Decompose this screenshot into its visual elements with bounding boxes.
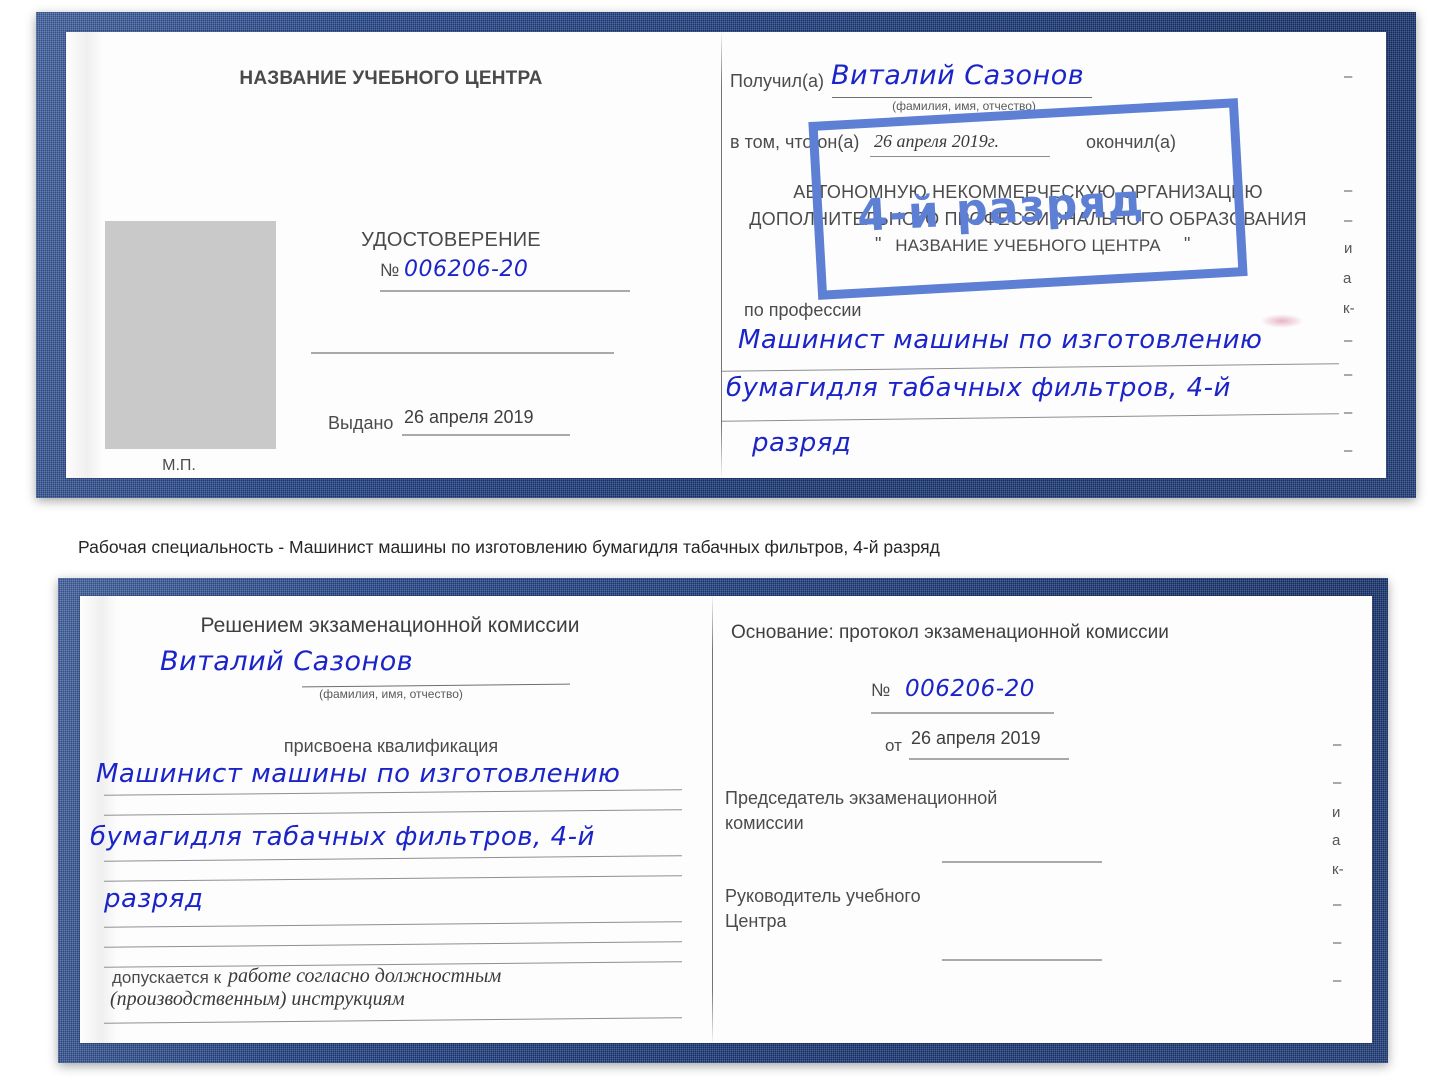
back-right-page: Основание: протокол экзаменационной коми… bbox=[713, 596, 1372, 1043]
issued-label: Выдано bbox=[328, 413, 394, 433]
head-signature-rule bbox=[942, 959, 1102, 961]
received-rule bbox=[832, 97, 1092, 98]
in-that-date-rule bbox=[870, 156, 1050, 157]
allowed-value-line-1: работе согласно должностным bbox=[228, 965, 502, 987]
back-number-rule bbox=[871, 712, 1054, 714]
ruled-line-8 bbox=[104, 1017, 682, 1024]
ink-smudge bbox=[1260, 314, 1304, 328]
edge-ghost-2: – bbox=[1344, 212, 1353, 229]
edge-ghost-back-5: – bbox=[1333, 896, 1342, 913]
edge-ghost-column-front: – – – и а к- – – – – bbox=[1330, 32, 1380, 478]
chairman-line-2: комиссии bbox=[725, 813, 804, 833]
org-quote-close: " bbox=[1184, 234, 1191, 254]
chairman-signature-rule bbox=[942, 861, 1102, 863]
org-line-1-front: АВТОНОМНУЮ НЕКОММЕРЧЕСКУЮ ОРГАНИЗАЦИЮ bbox=[793, 182, 1263, 202]
edge-ghost-column-back: – – и а к- – – – bbox=[1319, 596, 1369, 1043]
org-title-front: НАЗВАНИЕ УЧЕБНОГО ЦЕНТРА bbox=[239, 68, 543, 89]
edge-ghost-back-0: – bbox=[1333, 736, 1342, 753]
number-value-front: 006206-20 bbox=[404, 257, 529, 282]
edge-ghost-4: а bbox=[1343, 270, 1352, 287]
ruled-line-3 bbox=[104, 855, 682, 862]
org-quote-open: " bbox=[875, 234, 882, 254]
allowed-value-line-2: (производственным) инструкциям bbox=[110, 988, 405, 1010]
certificate-front-spread: НАЗВАНИЕ УЧЕБНОГО ЦЕНТРА М.П. УДОСТОВЕРЕ… bbox=[66, 32, 1386, 478]
back-date-value: 26 апреля 2019 bbox=[911, 728, 1041, 748]
front-right-page: Получил(а) Виталий Сазонов (фамилия, имя… bbox=[722, 32, 1386, 478]
basis-label: Основание: протокол экзаменационной коми… bbox=[731, 622, 1169, 643]
in-that-date: 26 апреля 2019г. bbox=[874, 131, 1000, 151]
edge-ghost-0: – bbox=[1344, 68, 1353, 85]
edge-ghost-back-6: – bbox=[1333, 934, 1342, 951]
qualification-line-3: разряд bbox=[104, 884, 204, 914]
profession-line-2: бумагидля табачных фильтров, 4-й bbox=[726, 373, 1231, 403]
qualification-line-2: бумагидля табачных фильтров, 4-й bbox=[90, 822, 595, 852]
issued-rule bbox=[402, 434, 570, 436]
fio-hint-front: (фамилия, имя, отчество) bbox=[892, 99, 1036, 113]
ruled-line-6 bbox=[104, 941, 682, 948]
doc-type-label: УДОСТОВЕРЕНИЕ bbox=[361, 229, 541, 251]
ruled-line-1 bbox=[104, 789, 682, 796]
back-number-label: № bbox=[871, 680, 891, 700]
back-date-rule bbox=[909, 758, 1069, 760]
seal-place-label: М.П. bbox=[162, 457, 196, 474]
allowed-label: допускается к bbox=[112, 968, 222, 987]
edge-ghost-5: к- bbox=[1343, 300, 1355, 317]
ruled-line-5 bbox=[104, 921, 682, 928]
edge-ghost-back-4: к- bbox=[1332, 861, 1344, 878]
received-value: Виталий Сазонов bbox=[831, 60, 1085, 91]
finished-label: окончил(а) bbox=[1086, 132, 1176, 152]
edge-ghost-9: – bbox=[1344, 442, 1353, 459]
back-name-value: Виталий Сазонов bbox=[160, 646, 414, 677]
profession-rule-2 bbox=[722, 413, 1339, 422]
profession-rule-1 bbox=[722, 363, 1339, 372]
front-left-page: НАЗВАНИЕ УЧЕБНОГО ЦЕНТРА М.П. УДОСТОВЕРЕ… bbox=[66, 32, 721, 478]
back-number-value: 006206-20 bbox=[905, 676, 1035, 702]
chairman-line-1: Председатель экзаменационной bbox=[725, 788, 998, 808]
edge-ghost-8: – bbox=[1344, 404, 1353, 421]
profession-label: по профессии bbox=[744, 300, 862, 320]
org-line-2-front: ДОПОЛНИТЕЛЬНОГО ПРОФЕССИОНАЛЬНОГО ОБРАЗО… bbox=[749, 209, 1307, 229]
back-left-page: Решением экзаменационной комиссии Витали… bbox=[80, 596, 712, 1043]
received-label: Получил(а) bbox=[730, 71, 824, 91]
ruled-line-4 bbox=[104, 875, 682, 882]
figure-caption: Рабочая специальность - Машинист машины … bbox=[78, 537, 940, 557]
number-rule-front bbox=[380, 290, 630, 292]
edge-ghost-back-7: – bbox=[1333, 972, 1342, 989]
head-line-1: Руководитель учебного bbox=[725, 886, 921, 906]
photo-placeholder bbox=[105, 221, 276, 449]
org-line-3-front: НАЗВАНИЕ УЧЕБНОГО ЦЕНТРА bbox=[895, 236, 1161, 255]
in-that-label: в том, что он(а) bbox=[730, 132, 860, 152]
edge-ghost-6: – bbox=[1344, 332, 1353, 349]
ruled-line-2 bbox=[104, 809, 682, 816]
commission-heading: Решением экзаменационной комиссии bbox=[200, 614, 580, 637]
head-line-2: Центра bbox=[725, 911, 787, 931]
edge-ghost-3: и bbox=[1344, 240, 1353, 257]
qualification-label: присвоена квалификация bbox=[283, 736, 499, 756]
edge-ghost-1: – bbox=[1344, 182, 1353, 199]
profession-line-1: Машинист машины по изготовлению bbox=[738, 325, 1263, 355]
edge-ghost-back-2: и bbox=[1332, 804, 1341, 821]
number-label-front: № bbox=[380, 260, 400, 280]
edge-ghost-7: – bbox=[1344, 366, 1353, 383]
qualification-line-1: Машинист машины по изготовлению bbox=[96, 759, 621, 789]
profession-line-3: разряд bbox=[752, 428, 852, 458]
screenshot-root: НАЗВАНИЕ УЧЕБНОГО ЦЕНТРА М.П. УДОСТОВЕРЕ… bbox=[0, 0, 1448, 1085]
back-date-label: от bbox=[885, 736, 902, 755]
edge-ghost-back-1: – bbox=[1333, 774, 1342, 791]
blank-rule-front bbox=[311, 352, 614, 354]
edge-ghost-back-3: а bbox=[1332, 832, 1341, 849]
issued-value: 26 апреля 2019 bbox=[404, 407, 534, 427]
fio-hint-back: (фамилия, имя, отчество) bbox=[319, 687, 463, 701]
certificate-back-spread: Решением экзаменационной комиссии Витали… bbox=[80, 596, 1372, 1043]
